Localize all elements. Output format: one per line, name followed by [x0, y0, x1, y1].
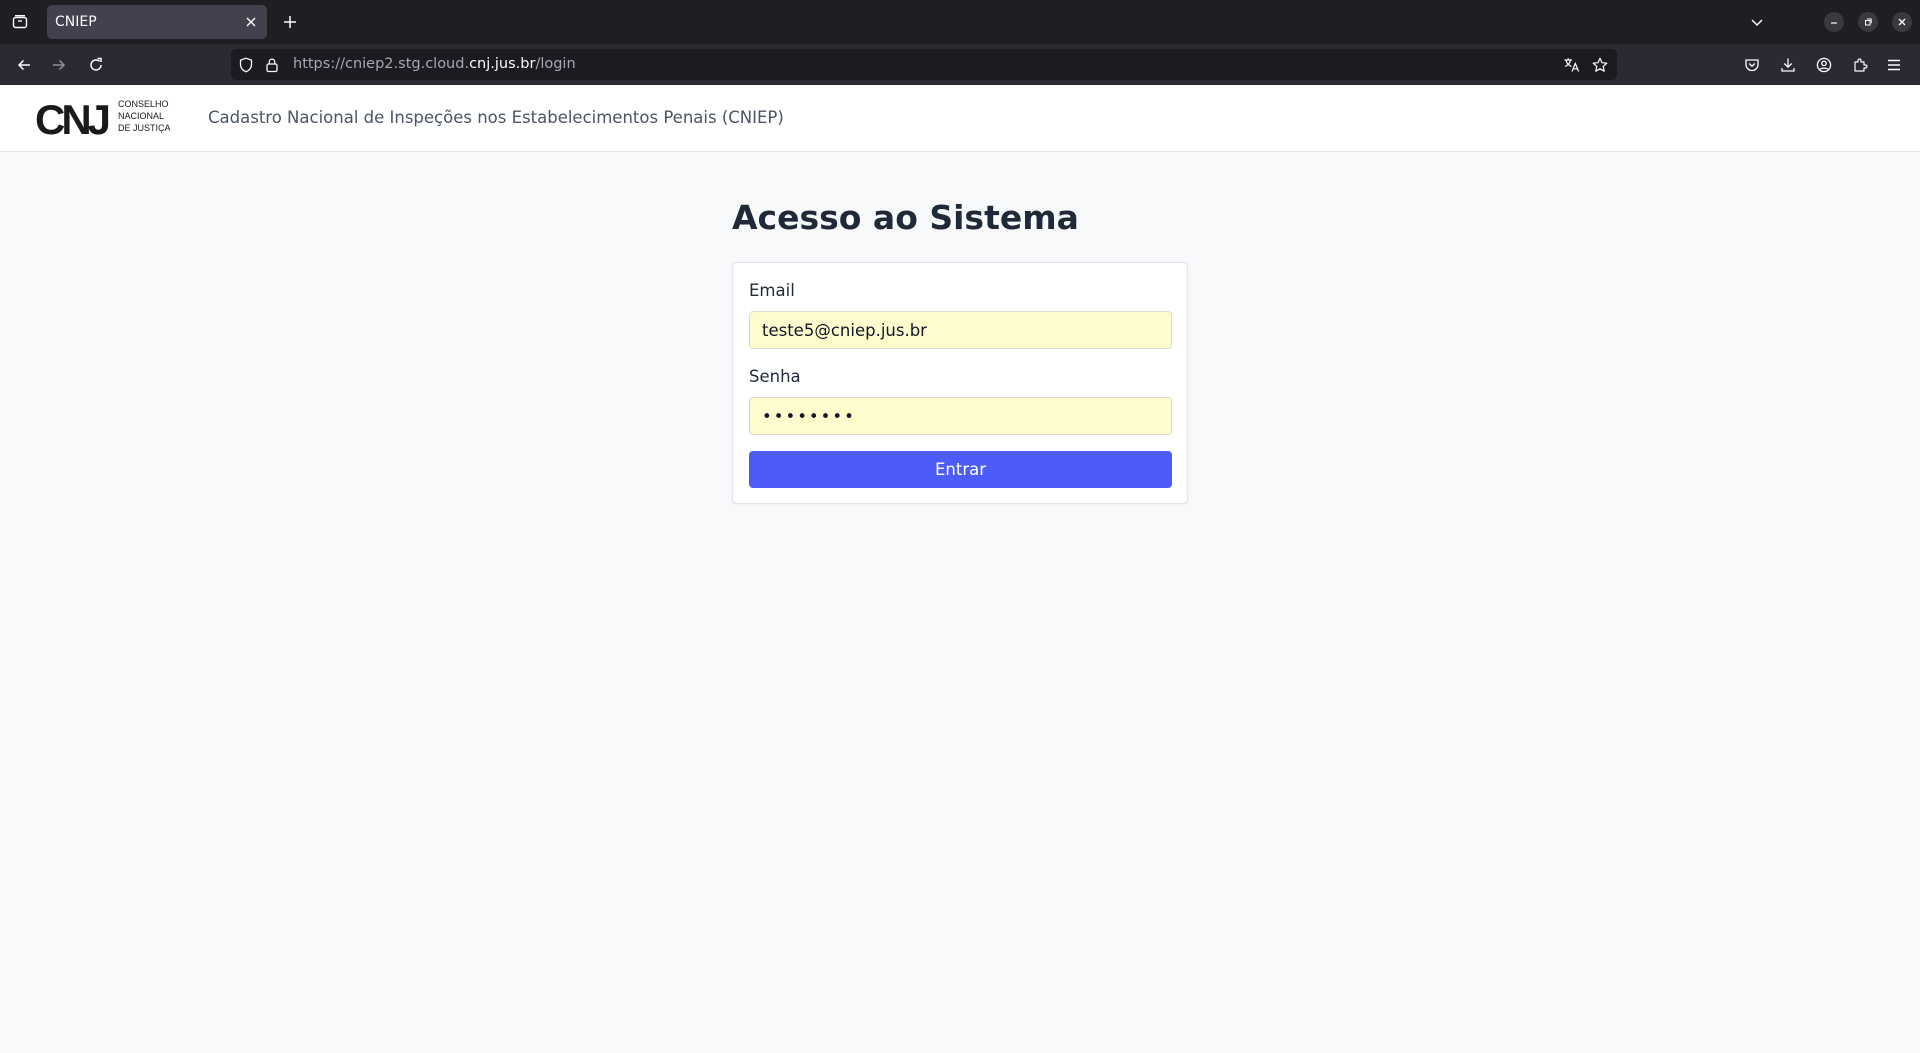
close-tab-icon[interactable] — [243, 14, 259, 30]
logo-mark: CNJ — [35, 98, 109, 138]
password-label: Senha — [749, 367, 801, 386]
url-scheme: https:// — [293, 56, 345, 72]
cnj-logo[interactable]: CNJ CONSELHO NACIONAL DE JUSTIÇA — [35, 98, 170, 138]
logo-line-3: DE JUSTIÇA — [118, 123, 170, 133]
site-title: Cadastro Nacional de Inspeções nos Estab… — [208, 108, 784, 127]
url-path: /login — [535, 56, 576, 72]
translate-icon[interactable] — [1563, 56, 1581, 74]
browser-tab-active[interactable]: CNIEP — [47, 5, 267, 39]
password-field[interactable] — [749, 397, 1172, 435]
login-card: Email Senha Entrar — [732, 262, 1188, 504]
bookmark-star-icon[interactable] — [1591, 56, 1609, 74]
logo-line-1: CONSELHO — [118, 99, 169, 109]
address-bar[interactable]: https://cniep2.stg.cloud.cnj.jus.br/logi… — [231, 49, 1617, 80]
minimize-icon[interactable] — [1824, 12, 1844, 32]
chevron-down-icon[interactable] — [1746, 11, 1768, 33]
back-arrow-icon[interactable] — [12, 53, 36, 77]
logo-line-2: NACIONAL — [118, 111, 164, 121]
close-window-icon[interactable] — [1892, 12, 1912, 32]
site-header: CNJ CONSELHO NACIONAL DE JUSTIÇA Cadastr… — [0, 85, 1920, 152]
lock-icon[interactable] — [263, 56, 281, 74]
browser-navigation-bar: https://cniep2.stg.cloud.cnj.jus.br/logi… — [0, 44, 1920, 85]
reload-icon[interactable] — [84, 53, 108, 77]
url-text: https://cniep2.stg.cloud.cnj.jus.br/logi… — [293, 56, 576, 72]
menu-icon[interactable] — [1882, 53, 1906, 77]
email-label: Email — [749, 281, 795, 300]
forward-arrow-icon[interactable] — [47, 53, 71, 77]
login-button[interactable]: Entrar — [749, 451, 1172, 488]
new-tab-icon[interactable] — [279, 11, 301, 33]
account-icon[interactable] — [1812, 53, 1836, 77]
download-icon[interactable] — [1776, 53, 1800, 77]
browser-tab-strip: CNIEP — [0, 0, 1920, 44]
restore-icon[interactable] — [1858, 12, 1878, 32]
email-field[interactable] — [749, 311, 1172, 349]
pocket-icon[interactable] — [1740, 53, 1764, 77]
extensions-icon[interactable] — [1848, 53, 1872, 77]
page-title: Acesso ao Sistema — [732, 198, 1079, 237]
tab-title: CNIEP — [55, 14, 97, 30]
url-subdomain: cniep2.stg.cloud. — [344, 56, 470, 72]
url-host: cnj.jus.br — [469, 56, 536, 72]
tab-overview-icon[interactable] — [9, 11, 31, 33]
shield-icon[interactable] — [237, 56, 255, 74]
